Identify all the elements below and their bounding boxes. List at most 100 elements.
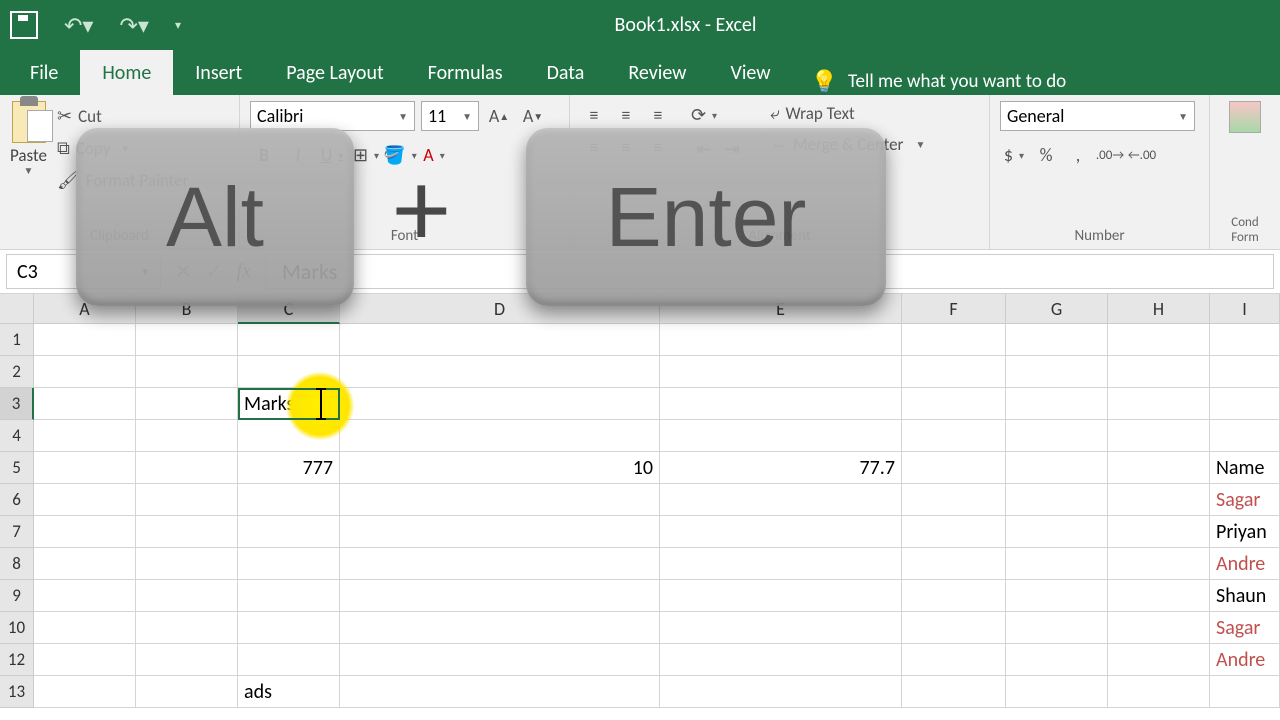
cell-C12[interactable] <box>238 644 340 676</box>
cell-C4[interactable] <box>238 420 340 452</box>
cell-H5[interactable] <box>1108 452 1210 484</box>
paste-button[interactable]: Paste <box>10 145 47 166</box>
cell-E4[interactable] <box>660 420 902 452</box>
tab-view[interactable]: View <box>708 50 792 95</box>
cell-A4[interactable] <box>34 420 136 452</box>
cell-F7[interactable] <box>902 516 1006 548</box>
select-all-button[interactable] <box>0 294 34 324</box>
cell-G13[interactable] <box>1006 676 1108 708</box>
orientation-button[interactable]: ⟳▾ <box>690 101 718 129</box>
cell-B7[interactable] <box>136 516 238 548</box>
cell-D2[interactable] <box>340 356 660 388</box>
row-header-6[interactable]: 6 <box>0 484 34 516</box>
cell-D3[interactable] <box>340 388 660 420</box>
cell-E8[interactable] <box>660 548 902 580</box>
cell-A8[interactable] <box>34 548 136 580</box>
cell-G12[interactable] <box>1006 644 1108 676</box>
cell-G4[interactable] <box>1006 420 1108 452</box>
cell-E12[interactable] <box>660 644 902 676</box>
cell-A13[interactable] <box>34 676 136 708</box>
cell-B2[interactable] <box>136 356 238 388</box>
column-header-H[interactable]: H <box>1108 294 1210 324</box>
cell-D5[interactable]: 10 <box>340 452 660 484</box>
row-header-3[interactable]: 3 <box>0 388 34 420</box>
cell-I6[interactable]: Sagar <box>1210 484 1280 516</box>
cell-D6[interactable] <box>340 484 660 516</box>
conditional-format-icon[interactable] <box>1229 101 1261 133</box>
cell-B5[interactable] <box>136 452 238 484</box>
row-header-13[interactable]: 13 <box>0 676 34 708</box>
cell-H2[interactable] <box>1108 356 1210 388</box>
cell-C3[interactable]: Marks total number of subjects <box>238 388 340 420</box>
cell-I8[interactable]: Andre <box>1210 548 1280 580</box>
cell-H4[interactable] <box>1108 420 1210 452</box>
cell-A9[interactable] <box>34 580 136 612</box>
cell-E2[interactable] <box>660 356 902 388</box>
cell-I13[interactable] <box>1210 676 1280 708</box>
cell-C5[interactable]: 777 <box>238 452 340 484</box>
decrease-decimal-button[interactable]: ←.00 <box>1128 141 1156 169</box>
cell-F1[interactable] <box>902 324 1006 356</box>
paste-icon[interactable] <box>12 101 46 143</box>
cell-E13[interactable] <box>660 676 902 708</box>
row-header-7[interactable]: 7 <box>0 516 34 548</box>
cell-C10[interactable] <box>238 612 340 644</box>
cell-G3[interactable] <box>1006 388 1108 420</box>
cell-I9[interactable]: Shaun <box>1210 580 1280 612</box>
cell-D12[interactable] <box>340 644 660 676</box>
cell-C13[interactable]: ads <box>238 676 340 708</box>
row-header-9[interactable]: 9 <box>0 580 34 612</box>
redo-button[interactable]: ↷▾ <box>119 12 148 39</box>
row-header-12[interactable]: 12 <box>0 644 34 676</box>
cell-G6[interactable] <box>1006 484 1108 516</box>
cell-B1[interactable] <box>136 324 238 356</box>
cell-G10[interactable] <box>1006 612 1108 644</box>
align-middle-button[interactable]: ≡ <box>612 101 640 129</box>
cell-H13[interactable] <box>1108 676 1210 708</box>
cell-A12[interactable] <box>34 644 136 676</box>
tab-review[interactable]: Review <box>606 50 708 95</box>
cell-I2[interactable] <box>1210 356 1280 388</box>
cell-F12[interactable] <box>902 644 1006 676</box>
cell-F4[interactable] <box>902 420 1006 452</box>
cell-I5[interactable]: Name <box>1210 452 1280 484</box>
cell-E10[interactable] <box>660 612 902 644</box>
cell-H3[interactable] <box>1108 388 1210 420</box>
cell-I3[interactable] <box>1210 388 1280 420</box>
cell-F9[interactable] <box>902 580 1006 612</box>
cell-H6[interactable] <box>1108 484 1210 516</box>
cell-D7[interactable] <box>340 516 660 548</box>
cell-G7[interactable] <box>1006 516 1108 548</box>
cell-E6[interactable] <box>660 484 902 516</box>
cell-G5[interactable] <box>1006 452 1108 484</box>
percent-button[interactable]: % <box>1032 141 1060 169</box>
cell-C9[interactable] <box>238 580 340 612</box>
increase-decimal-button[interactable]: .00→ <box>1096 141 1124 169</box>
cell-A2[interactable] <box>34 356 136 388</box>
qat-customize-icon[interactable]: ▾ <box>175 18 181 33</box>
cell-B4[interactable] <box>136 420 238 452</box>
cell-B3[interactable] <box>136 388 238 420</box>
column-header-I[interactable]: I <box>1210 294 1280 324</box>
worksheet-grid[interactable]: ABCDEFGHI 123Marks total number of subje… <box>0 294 1280 708</box>
cell-H9[interactable] <box>1108 580 1210 612</box>
cell-A10[interactable] <box>34 612 136 644</box>
cell-C1[interactable] <box>238 324 340 356</box>
align-bottom-button[interactable]: ≡ <box>644 101 672 129</box>
cell-F3[interactable] <box>902 388 1006 420</box>
cell-D1[interactable] <box>340 324 660 356</box>
tab-formulas[interactable]: Formulas <box>406 50 525 95</box>
cell-D9[interactable] <box>340 580 660 612</box>
cell-H8[interactable] <box>1108 548 1210 580</box>
column-header-G[interactable]: G <box>1006 294 1108 324</box>
cell-B9[interactable] <box>136 580 238 612</box>
cell-H1[interactable] <box>1108 324 1210 356</box>
cell-I1[interactable] <box>1210 324 1280 356</box>
comma-button[interactable]: , <box>1064 141 1092 169</box>
cell-B8[interactable] <box>136 548 238 580</box>
cell-E5[interactable]: 77.7 <box>660 452 902 484</box>
cell-F8[interactable] <box>902 548 1006 580</box>
font-size-combo[interactable]: 11▼ <box>421 101 479 131</box>
cell-F2[interactable] <box>902 356 1006 388</box>
cell-A7[interactable] <box>34 516 136 548</box>
